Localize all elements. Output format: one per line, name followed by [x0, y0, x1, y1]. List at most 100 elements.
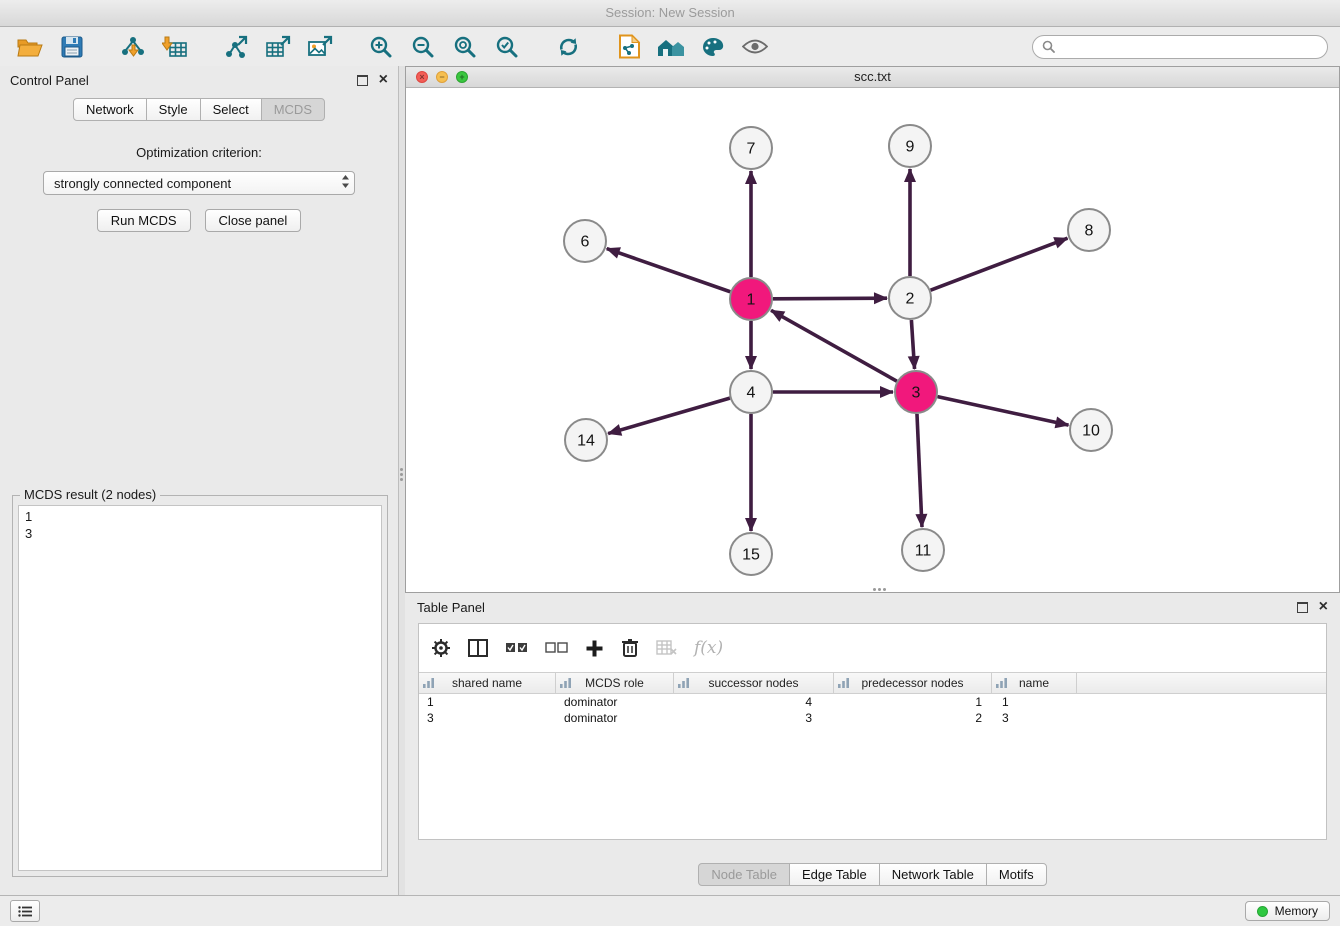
network-window-titlebar[interactable]: scc.txt — [406, 67, 1339, 88]
table-cell: 4 — [674, 694, 834, 710]
column-header-shared-name[interactable]: shared name — [419, 673, 556, 693]
table-cell: 1 — [992, 694, 1077, 710]
zoom-in-button[interactable] — [363, 31, 399, 63]
eye-icon — [742, 39, 768, 54]
table-row[interactable]: 3dominator323 — [419, 710, 1326, 726]
column-header-label: predecessor nodes — [861, 676, 963, 690]
table-panel-header: Table Panel — [405, 593, 1340, 621]
tab-select[interactable]: Select — [200, 98, 262, 121]
refresh-icon — [556, 35, 581, 59]
open-session-button[interactable] — [12, 31, 48, 63]
zoom-selected-button[interactable] — [489, 31, 525, 63]
deselect-all-button[interactable] — [545, 642, 568, 654]
graph-edge-3-10[interactable] — [937, 397, 1068, 425]
table-cell: 3 — [674, 710, 834, 726]
import-table-icon — [162, 35, 188, 59]
apply-layout-button[interactable] — [550, 31, 586, 63]
column-header-label: MCDS role — [585, 676, 644, 690]
control-panel: Control Panel NetworkStyleSelectMCDS Opt… — [0, 66, 398, 895]
table-tab-network-table[interactable]: Network Table — [879, 863, 987, 886]
maximize-window-icon[interactable] — [456, 71, 468, 83]
mcds-result-item[interactable]: 1 — [19, 508, 381, 525]
zoom-out-icon — [411, 35, 435, 59]
graph-edge-3-1[interactable] — [771, 310, 897, 381]
global-search-field[interactable] — [1032, 35, 1328, 59]
graph-edge-1-6[interactable] — [607, 249, 731, 292]
column-header-MCDS-role[interactable]: MCDS role — [556, 673, 674, 693]
criterion-select[interactable]: strongly connected component — [43, 171, 355, 195]
table-cell: 1 — [834, 694, 992, 710]
search-input[interactable] — [1061, 38, 1318, 55]
graph-edge-4-14[interactable] — [608, 398, 730, 433]
close-table-panel-icon[interactable] — [1319, 599, 1328, 615]
add-button[interactable] — [585, 639, 604, 658]
select-chevrons-icon — [341, 174, 350, 192]
export-network-button[interactable] — [218, 31, 254, 63]
new-network-from-selection-button[interactable] — [611, 31, 647, 63]
table-row[interactable]: 1dominator411 — [419, 694, 1326, 710]
delete-button[interactable] — [621, 638, 639, 658]
graph-edge-2-3[interactable] — [911, 320, 914, 369]
horizontal-splitter-grip[interactable] — [873, 588, 886, 591]
graph-edge-2-8[interactable] — [931, 238, 1068, 290]
task-history-button[interactable] — [10, 900, 40, 922]
table-body: 1dominator4113dominator323 — [419, 694, 1326, 726]
export-table-button[interactable] — [260, 31, 296, 63]
deselect-all-icon — [545, 642, 568, 654]
run-mcds-button[interactable]: Run MCDS — [97, 209, 191, 232]
mcds-result-group: MCDS result (2 nodes) 13 — [12, 495, 388, 877]
title-bar: Session: New Session — [0, 0, 1340, 27]
export-image-button[interactable] — [302, 31, 338, 63]
network-canvas[interactable]: 7968124314101511 — [406, 88, 1339, 593]
float-table-panel-icon[interactable] — [1297, 602, 1308, 613]
import-table-button[interactable] — [157, 31, 193, 63]
graph-edge-1-2[interactable] — [773, 298, 887, 299]
memory-button[interactable]: Memory — [1245, 901, 1330, 921]
save-floppy-icon — [61, 36, 83, 58]
close-panel-button[interactable]: Close panel — [205, 209, 302, 232]
close-window-icon[interactable] — [416, 71, 428, 83]
close-panel-icon[interactable] — [379, 72, 388, 88]
zoom-in-icon — [369, 35, 393, 59]
column-header-successor-nodes[interactable]: successor nodes — [674, 673, 834, 693]
zoom-out-button[interactable] — [405, 31, 441, 63]
column-header-predecessor-nodes[interactable]: predecessor nodes — [834, 673, 992, 693]
application-window: Session: New Session — [0, 0, 1340, 926]
tab-network[interactable]: Network — [73, 98, 147, 121]
column-header-name[interactable]: name — [992, 673, 1077, 693]
zoom-fit-button[interactable] — [447, 31, 483, 63]
minimize-window-icon[interactable] — [436, 71, 448, 83]
tab-style[interactable]: Style — [146, 98, 201, 121]
graph-node-label: 3 — [912, 385, 921, 402]
mcds-result-item[interactable]: 3 — [19, 525, 381, 542]
import-network-button[interactable] — [115, 31, 151, 63]
delete-table-icon — [656, 640, 677, 656]
splitter-grip[interactable] — [400, 468, 403, 481]
import-network-icon — [120, 35, 146, 59]
graph-node-label: 9 — [906, 139, 915, 156]
mcds-result-list[interactable]: 13 — [18, 505, 382, 871]
gear-icon — [431, 638, 451, 658]
column-header-label: shared name — [452, 676, 522, 690]
table-tab-edge-table[interactable]: Edge Table — [789, 863, 880, 886]
select-all-icon — [505, 642, 528, 654]
table-tab-motifs[interactable]: Motifs — [986, 863, 1047, 886]
show-hide-button[interactable] — [737, 31, 773, 63]
graph-node-label: 10 — [1082, 423, 1100, 440]
function-builder-button: f(x) — [694, 638, 723, 658]
memory-label: Memory — [1275, 904, 1318, 918]
save-session-button[interactable] — [54, 31, 90, 63]
node-table-area: f(x) shared name MCDS role successor nodes… — [418, 623, 1327, 840]
table-cell: 3 — [419, 710, 556, 726]
home-icon — [657, 36, 685, 58]
tab-mcds[interactable]: MCDS — [261, 98, 325, 121]
apply-style-button[interactable] — [695, 31, 731, 63]
table-options-button[interactable] — [431, 638, 451, 658]
float-panel-icon[interactable] — [357, 75, 368, 86]
select-all-button[interactable] — [505, 642, 528, 654]
table-cell: dominator — [556, 710, 674, 726]
graph-edge-3-11[interactable] — [917, 414, 922, 527]
home-button[interactable] — [653, 31, 689, 63]
table-tab-node-table[interactable]: Node Table — [698, 863, 790, 886]
show-columns-button[interactable] — [468, 639, 488, 657]
